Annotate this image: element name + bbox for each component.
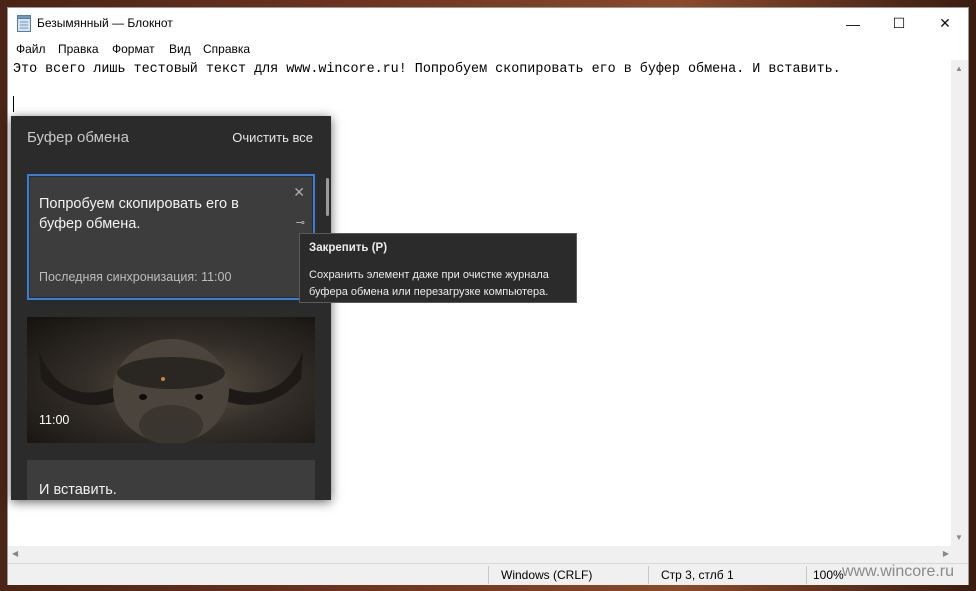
title-bar[interactable]: Безымянный — Блокнот — ☐ ✕ (8, 8, 968, 39)
maximize-button[interactable]: ☐ (876, 8, 922, 39)
minimize-button[interactable]: — (830, 8, 876, 39)
menu-edit[interactable]: Правка (58, 42, 99, 56)
horizontal-scrollbar[interactable]: ◀ ▶ (8, 546, 953, 563)
clipboard-history-panel: Буфер обмена Очистить все Попробуем скоп… (11, 116, 331, 500)
clipboard-item-text: Попробуем скопировать его в буфер обмена… (39, 196, 239, 232)
status-position: Стр 3, стлб 1 (661, 568, 734, 582)
menu-help[interactable]: Справка (203, 42, 250, 56)
clipboard-item[interactable]: И вставить. (27, 460, 315, 500)
buffalo-image-icon (39, 339, 303, 443)
pin-tooltip: Закрепить (P) Сохранить элемент даже при… (299, 233, 577, 303)
status-bar: Windows (CRLF) Стр 3, стлб 1 100% (8, 563, 968, 585)
scroll-right-icon[interactable]: ▶ (943, 549, 949, 558)
clipboard-item-time: 11:00 (39, 413, 70, 427)
status-encoding: Windows (CRLF) (501, 568, 593, 582)
text-caret (13, 96, 14, 112)
clipboard-item-text: И вставить. (39, 482, 117, 498)
tooltip-title: Закрепить (P) (309, 242, 388, 254)
clipboard-item[interactable]: Попробуем скопировать его в буфер обмена… (27, 174, 315, 300)
close-icon[interactable]: ✕ (293, 184, 305, 201)
tooltip-body: Сохранить элемент даже при очистке журна… (309, 269, 549, 298)
scroll-up-icon[interactable]: ▲ (955, 64, 963, 73)
clipboard-title: Буфер обмена (27, 129, 129, 146)
editor-text-line: Это всего лишь тестовый текст для www.wi… (13, 62, 841, 77)
notepad-icon (17, 15, 31, 32)
status-separator (806, 566, 807, 584)
clear-all-button[interactable]: Очистить все (232, 130, 313, 145)
status-separator (648, 566, 649, 584)
vertical-scrollbar[interactable]: ▲ ▼ (951, 60, 968, 546)
menu-format[interactable]: Формат (112, 42, 155, 56)
clipboard-scrollbar[interactable] (326, 178, 329, 216)
scrollbar-corner (951, 546, 968, 563)
scroll-down-icon[interactable]: ▼ (955, 533, 963, 542)
close-button[interactable]: ✕ (922, 8, 968, 39)
menu-view[interactable]: Вид (169, 42, 191, 56)
status-separator (488, 566, 489, 584)
window-title: Безымянный — Блокнот (37, 16, 173, 30)
clipboard-image-item[interactable]: 11:00 (27, 317, 315, 443)
clipboard-item-sync: Последняя синхронизация: 11:00 (39, 270, 232, 284)
scroll-left-icon[interactable]: ◀ (12, 549, 18, 558)
menu-bar: Файл Правка Формат Вид Справка (8, 39, 968, 59)
watermark: www.wincore.ru (842, 563, 955, 580)
menu-file[interactable]: Файл (16, 42, 46, 56)
status-zoom: 100% (813, 568, 844, 582)
pin-icon[interactable]: ⊸ (296, 216, 305, 229)
